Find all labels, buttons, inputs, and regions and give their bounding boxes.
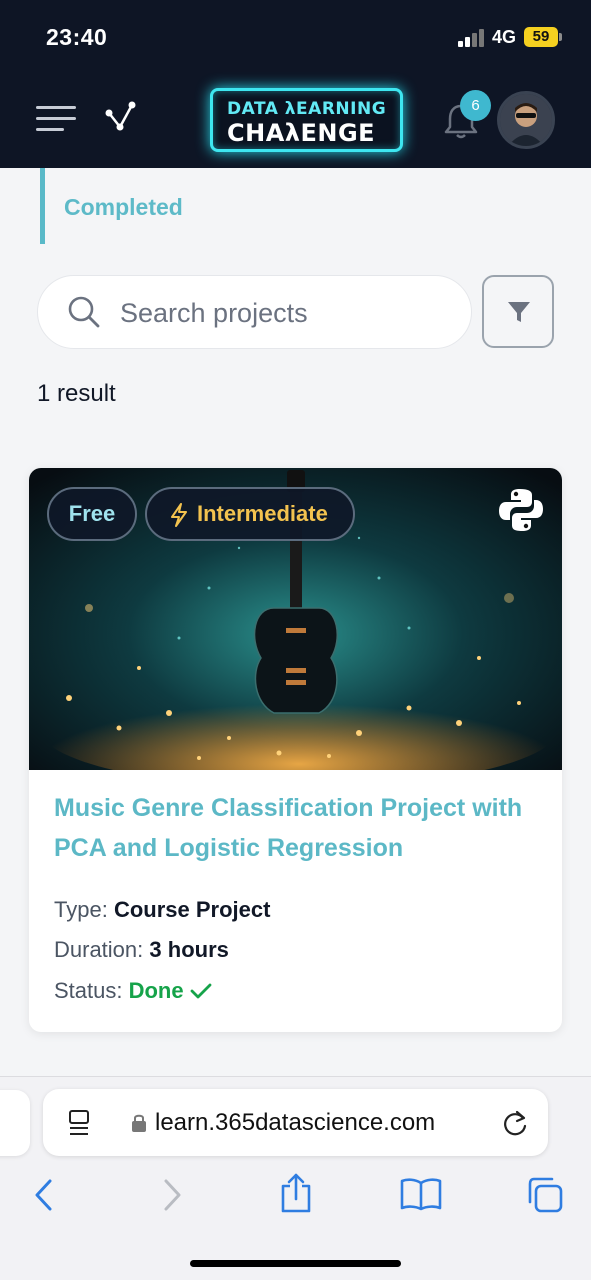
- filter-icon: [508, 302, 530, 322]
- result-count: 1 result: [37, 380, 116, 407]
- search-box[interactable]: [37, 275, 472, 349]
- project-title[interactable]: Music Genre Classification Project with …: [54, 788, 544, 868]
- user-avatar[interactable]: [497, 91, 555, 149]
- status-label: Status:: [54, 978, 123, 1003]
- network-type: 4G: [492, 27, 517, 47]
- python-icon: [499, 489, 543, 531]
- badge-free: Free: [47, 487, 137, 541]
- hamburger-menu-icon[interactable]: [36, 106, 76, 132]
- project-card[interactable]: Free Intermediate Music Genre Classifica…: [29, 468, 562, 1032]
- previous-tab-preview[interactable]: [0, 1090, 30, 1156]
- status-time: 23:40: [46, 24, 108, 50]
- tab-completed-label: Completed: [64, 194, 183, 220]
- forward-arrow-icon[interactable]: [160, 1178, 184, 1212]
- duration-label: Duration:: [54, 937, 144, 962]
- type-value: Course Project: [113, 897, 271, 922]
- search-input[interactable]: [120, 294, 450, 332]
- bookmarks-icon[interactable]: [400, 1177, 442, 1211]
- lightning-icon: [171, 503, 187, 527]
- duration-value: 3 hours: [149, 937, 229, 962]
- data-learning-challenge-logo[interactable]: DATA λEARNING CHAλENGE: [210, 88, 403, 152]
- address-bar[interactable]: learn.365datascience.com: [43, 1089, 548, 1156]
- project-duration: Duration: 3 hours: [54, 937, 229, 963]
- reload-icon[interactable]: [501, 1108, 529, 1138]
- battery-tip: [559, 33, 562, 41]
- status-value: Done: [128, 978, 184, 1003]
- back-arrow-icon[interactable]: [32, 1178, 56, 1212]
- filter-button[interactable]: [482, 275, 554, 348]
- project-type: Type: Course Project: [54, 897, 270, 923]
- badge-level: Intermediate: [145, 487, 355, 541]
- tabs-icon[interactable]: [526, 1176, 564, 1214]
- check-icon: [190, 983, 212, 999]
- logo-text-top: DATA λEARNING: [227, 99, 387, 119]
- signal-icon: [458, 29, 484, 47]
- search-icon: [68, 296, 100, 328]
- type-label: Type:: [54, 897, 108, 922]
- app-header: 23:40 4G 59 DATA λEARNING CHAλENGE 6: [0, 0, 591, 168]
- share-icon[interactable]: [278, 1172, 314, 1214]
- url-text: learn.365datascience.com: [155, 1109, 436, 1136]
- page-menu-icon[interactable]: [67, 1109, 93, 1137]
- battery-indicator: 59: [524, 27, 558, 47]
- home-indicator: [190, 1260, 401, 1267]
- lock-icon: [132, 1114, 146, 1132]
- logo-text-bottom: CHAλENGE: [227, 119, 376, 147]
- notification-badge: 6: [460, 90, 491, 121]
- tab-completed[interactable]: Completed: [40, 168, 591, 244]
- project-status: Status: Done: [54, 978, 212, 1004]
- project-image[interactable]: Free Intermediate: [29, 468, 562, 770]
- graph-nodes-icon[interactable]: [104, 100, 138, 134]
- badge-level-label: Intermediate: [197, 501, 328, 526]
